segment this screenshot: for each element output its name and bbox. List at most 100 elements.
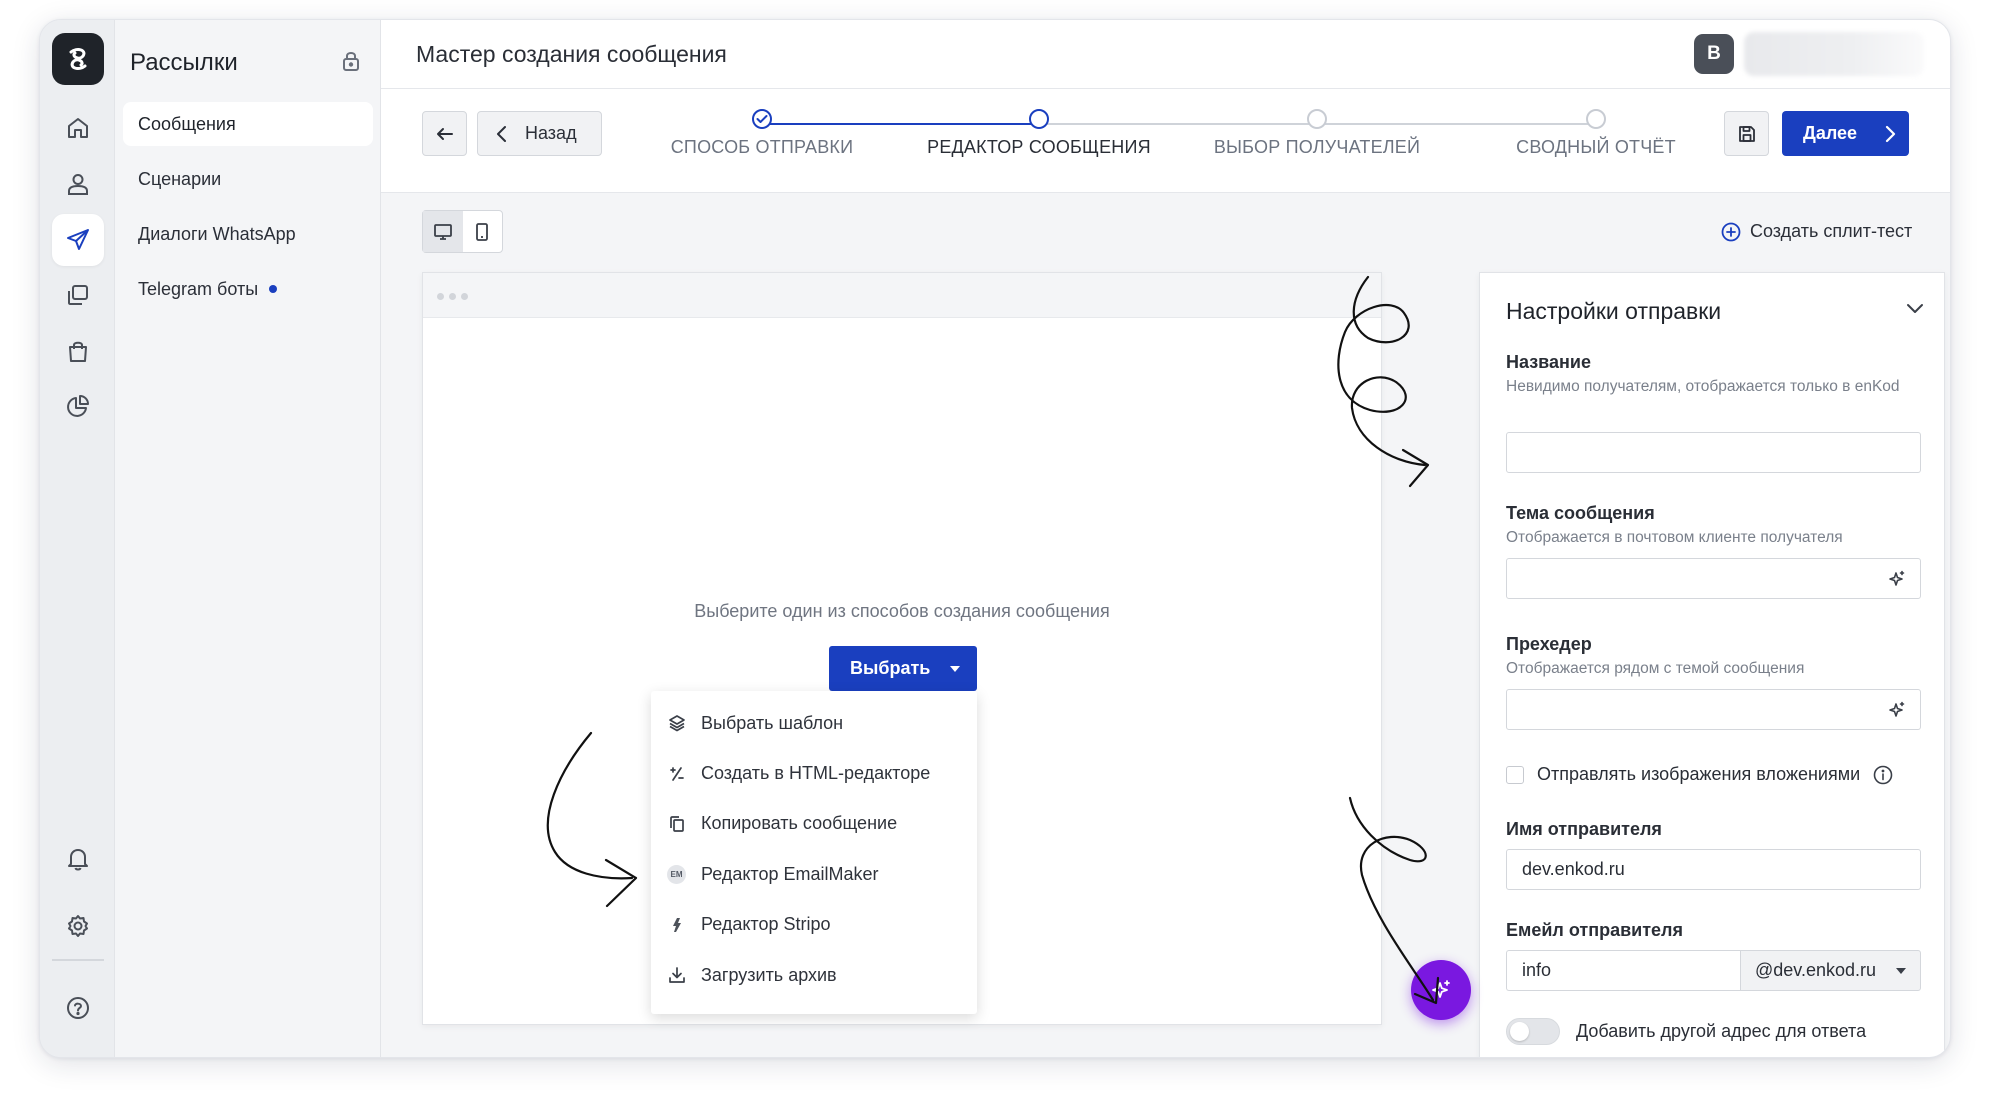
canvas-header	[423, 273, 1381, 318]
sender-email-input[interactable]: info	[1506, 950, 1740, 991]
caret-down-icon	[1896, 967, 1907, 974]
name-input[interactable]	[1506, 432, 1921, 473]
bag-icon[interactable]	[52, 325, 104, 377]
ai-sparkle-icon[interactable]	[1887, 701, 1906, 725]
sender-email-local-value: info	[1522, 960, 1552, 980]
step-current-dot	[1029, 109, 1049, 129]
desktop-view-icon[interactable]	[423, 211, 463, 252]
menu-item-emailmaker[interactable]: EM Редактор EmailMaker	[651, 849, 977, 899]
menu-item-label: Копировать сообщение	[701, 813, 898, 834]
floppy-disk-icon	[1738, 125, 1755, 142]
pie-chart-icon[interactable]	[52, 380, 104, 432]
menu-item-upload-archive[interactable]: Загрузить архив	[651, 950, 977, 1000]
create-method-menu: Выбрать шаблон Создать в HTML-редакторе …	[651, 691, 977, 1014]
home-icon[interactable]	[52, 102, 104, 154]
create-split-test-link[interactable]: Создать сплит-тест	[1721, 221, 1912, 242]
toggle-knob	[1510, 1022, 1529, 1041]
bell-icon[interactable]	[52, 833, 104, 885]
step-summary[interactable]: СВОДНЫЙ ОТЧЁТ	[1456, 109, 1736, 158]
editor-hint: Выберите один из способов создания сообщ…	[694, 601, 1110, 621]
preheader-hint: Отображается рядом с темой сообщения	[1506, 660, 1805, 677]
code-slash-icon	[667, 764, 686, 783]
send-icon[interactable]	[52, 214, 104, 266]
logo-icon[interactable]	[52, 33, 104, 85]
menu-item-html-editor[interactable]: Создать в HTML-редакторе	[651, 748, 977, 798]
info-icon[interactable]	[1873, 765, 1893, 785]
step-recipients[interactable]: ВЫБОР ПОЛУЧАТЕЛЕЙ	[1177, 109, 1457, 158]
back-button[interactable]: Назад	[477, 111, 602, 156]
avatar[interactable]: B	[1694, 34, 1734, 74]
attach-images-row: Отправлять изображения вложениями	[1506, 764, 1893, 785]
view-toggle	[422, 210, 503, 253]
subject-input[interactable]	[1506, 558, 1921, 599]
settings-icon[interactable]	[52, 900, 104, 952]
back-button-label: Назад	[525, 123, 577, 143]
copy-icon	[667, 814, 686, 833]
choose-button[interactable]: Выбрать	[829, 646, 977, 691]
step-label: ВЫБОР ПОЛУЧАТЕЛЕЙ	[1213, 137, 1421, 157]
preheader-label: Прехедер	[1506, 634, 1592, 654]
user-icon[interactable]	[52, 158, 104, 210]
menu-item-copy-message[interactable]: Копировать сообщение	[651, 799, 977, 849]
attach-images-checkbox[interactable]	[1506, 765, 1524, 784]
ai-sparkle-icon	[1432, 980, 1450, 998]
menu-item-template[interactable]: Выбрать шаблон	[651, 698, 977, 748]
plus-circle-icon	[1721, 222, 1741, 241]
nav-item-scenarios[interactable]: Сценарии	[123, 157, 373, 201]
chevron-right-icon	[1885, 125, 1896, 142]
caret-down-icon	[950, 665, 961, 672]
copy-icon[interactable]	[52, 269, 104, 321]
next-button[interactable]: Далее	[1782, 111, 1909, 156]
step-label: СВОДНЫЙ ОТЧЁТ	[1516, 137, 1676, 157]
help-icon[interactable]	[52, 982, 104, 1034]
menu-item-label: Редактор EmailMaker	[701, 863, 879, 884]
menu-item-label: Выбрать шаблон	[701, 712, 844, 733]
save-button[interactable]	[1724, 111, 1769, 156]
settings-title: Настройки отправки	[1506, 298, 1722, 324]
nav-item-telegram[interactable]: Telegram боты	[123, 267, 373, 311]
icon-rail	[40, 20, 115, 1057]
menu-item-label: Загрузить архив	[701, 964, 837, 985]
mobile-view-icon[interactable]	[463, 211, 503, 252]
reply-to-toggle[interactable]	[1506, 1018, 1560, 1045]
subject-hint: Отображается в почтовом клиенте получате…	[1506, 529, 1843, 546]
send-settings-panel: Настройки отправки Название Невидимо пол…	[1479, 272, 1945, 1057]
ai-sparkle-icon[interactable]	[1887, 570, 1906, 594]
sender-name-value: dev.enkod.ru	[1522, 859, 1625, 879]
sender-name-input[interactable]: dev.enkod.ru	[1506, 849, 1921, 890]
ai-assistant-fab[interactable]	[1411, 960, 1471, 1020]
next-button-label: Далее	[1803, 123, 1858, 143]
step-label: РЕДАКТОР СООБЩЕНИЯ	[927, 137, 1151, 157]
subject-label: Тема сообщения	[1506, 503, 1655, 523]
reply-to-row: Добавить другой адрес для ответа	[1506, 1018, 1866, 1045]
step-send-method[interactable]: СПОСОБ ОТПРАВКИ	[622, 109, 902, 158]
nav-item-messages[interactable]: Сообщения	[123, 102, 373, 146]
lock-icon[interactable]	[340, 49, 362, 78]
menu-item-stripo[interactable]: Редактор Stripo	[651, 900, 977, 950]
top-bar: Мастер создания сообщения B	[381, 20, 1950, 89]
sender-email-domain-select[interactable]: @dev.enkod.ru	[1740, 950, 1921, 991]
sender-name-label: Имя отправителя	[1506, 819, 1662, 839]
menu-item-label: Создать в HTML-редакторе	[701, 763, 931, 784]
new-indicator-dot	[269, 285, 278, 293]
step-message-editor[interactable]: РЕДАКТОР СООБЩЕНИЯ	[899, 109, 1179, 158]
back-arrow-button[interactable]	[422, 111, 467, 156]
attach-images-label: Отправлять изображения вложениями	[1537, 764, 1861, 784]
editor-canvas: Выберите один из способов создания сообщ…	[422, 272, 1382, 1025]
layers-icon	[667, 714, 686, 733]
step-dot	[1307, 109, 1327, 129]
user-name-blurred[interactable]	[1744, 32, 1924, 76]
window-dot	[437, 293, 444, 300]
chevron-down-icon[interactable]	[1906, 301, 1924, 319]
step-done-icon	[752, 109, 772, 129]
reply-to-label: Добавить другой адрес для ответа	[1576, 1021, 1867, 1041]
nav-item-whatsapp[interactable]: Диалоги WhatsApp	[123, 212, 373, 256]
preheader-input[interactable]	[1506, 689, 1921, 730]
app-window: Рассылки Сообщения Сценарии Диалоги What…	[39, 19, 1951, 1058]
chevron-left-icon	[497, 125, 506, 142]
sender-email-label: Емейл отправителя	[1506, 920, 1683, 940]
step-label: СПОСОБ ОТПРАВКИ	[670, 137, 854, 157]
choose-button-label: Выбрать	[850, 658, 931, 678]
emailmaker-icon: EM	[667, 864, 686, 884]
window-dot	[461, 293, 468, 300]
